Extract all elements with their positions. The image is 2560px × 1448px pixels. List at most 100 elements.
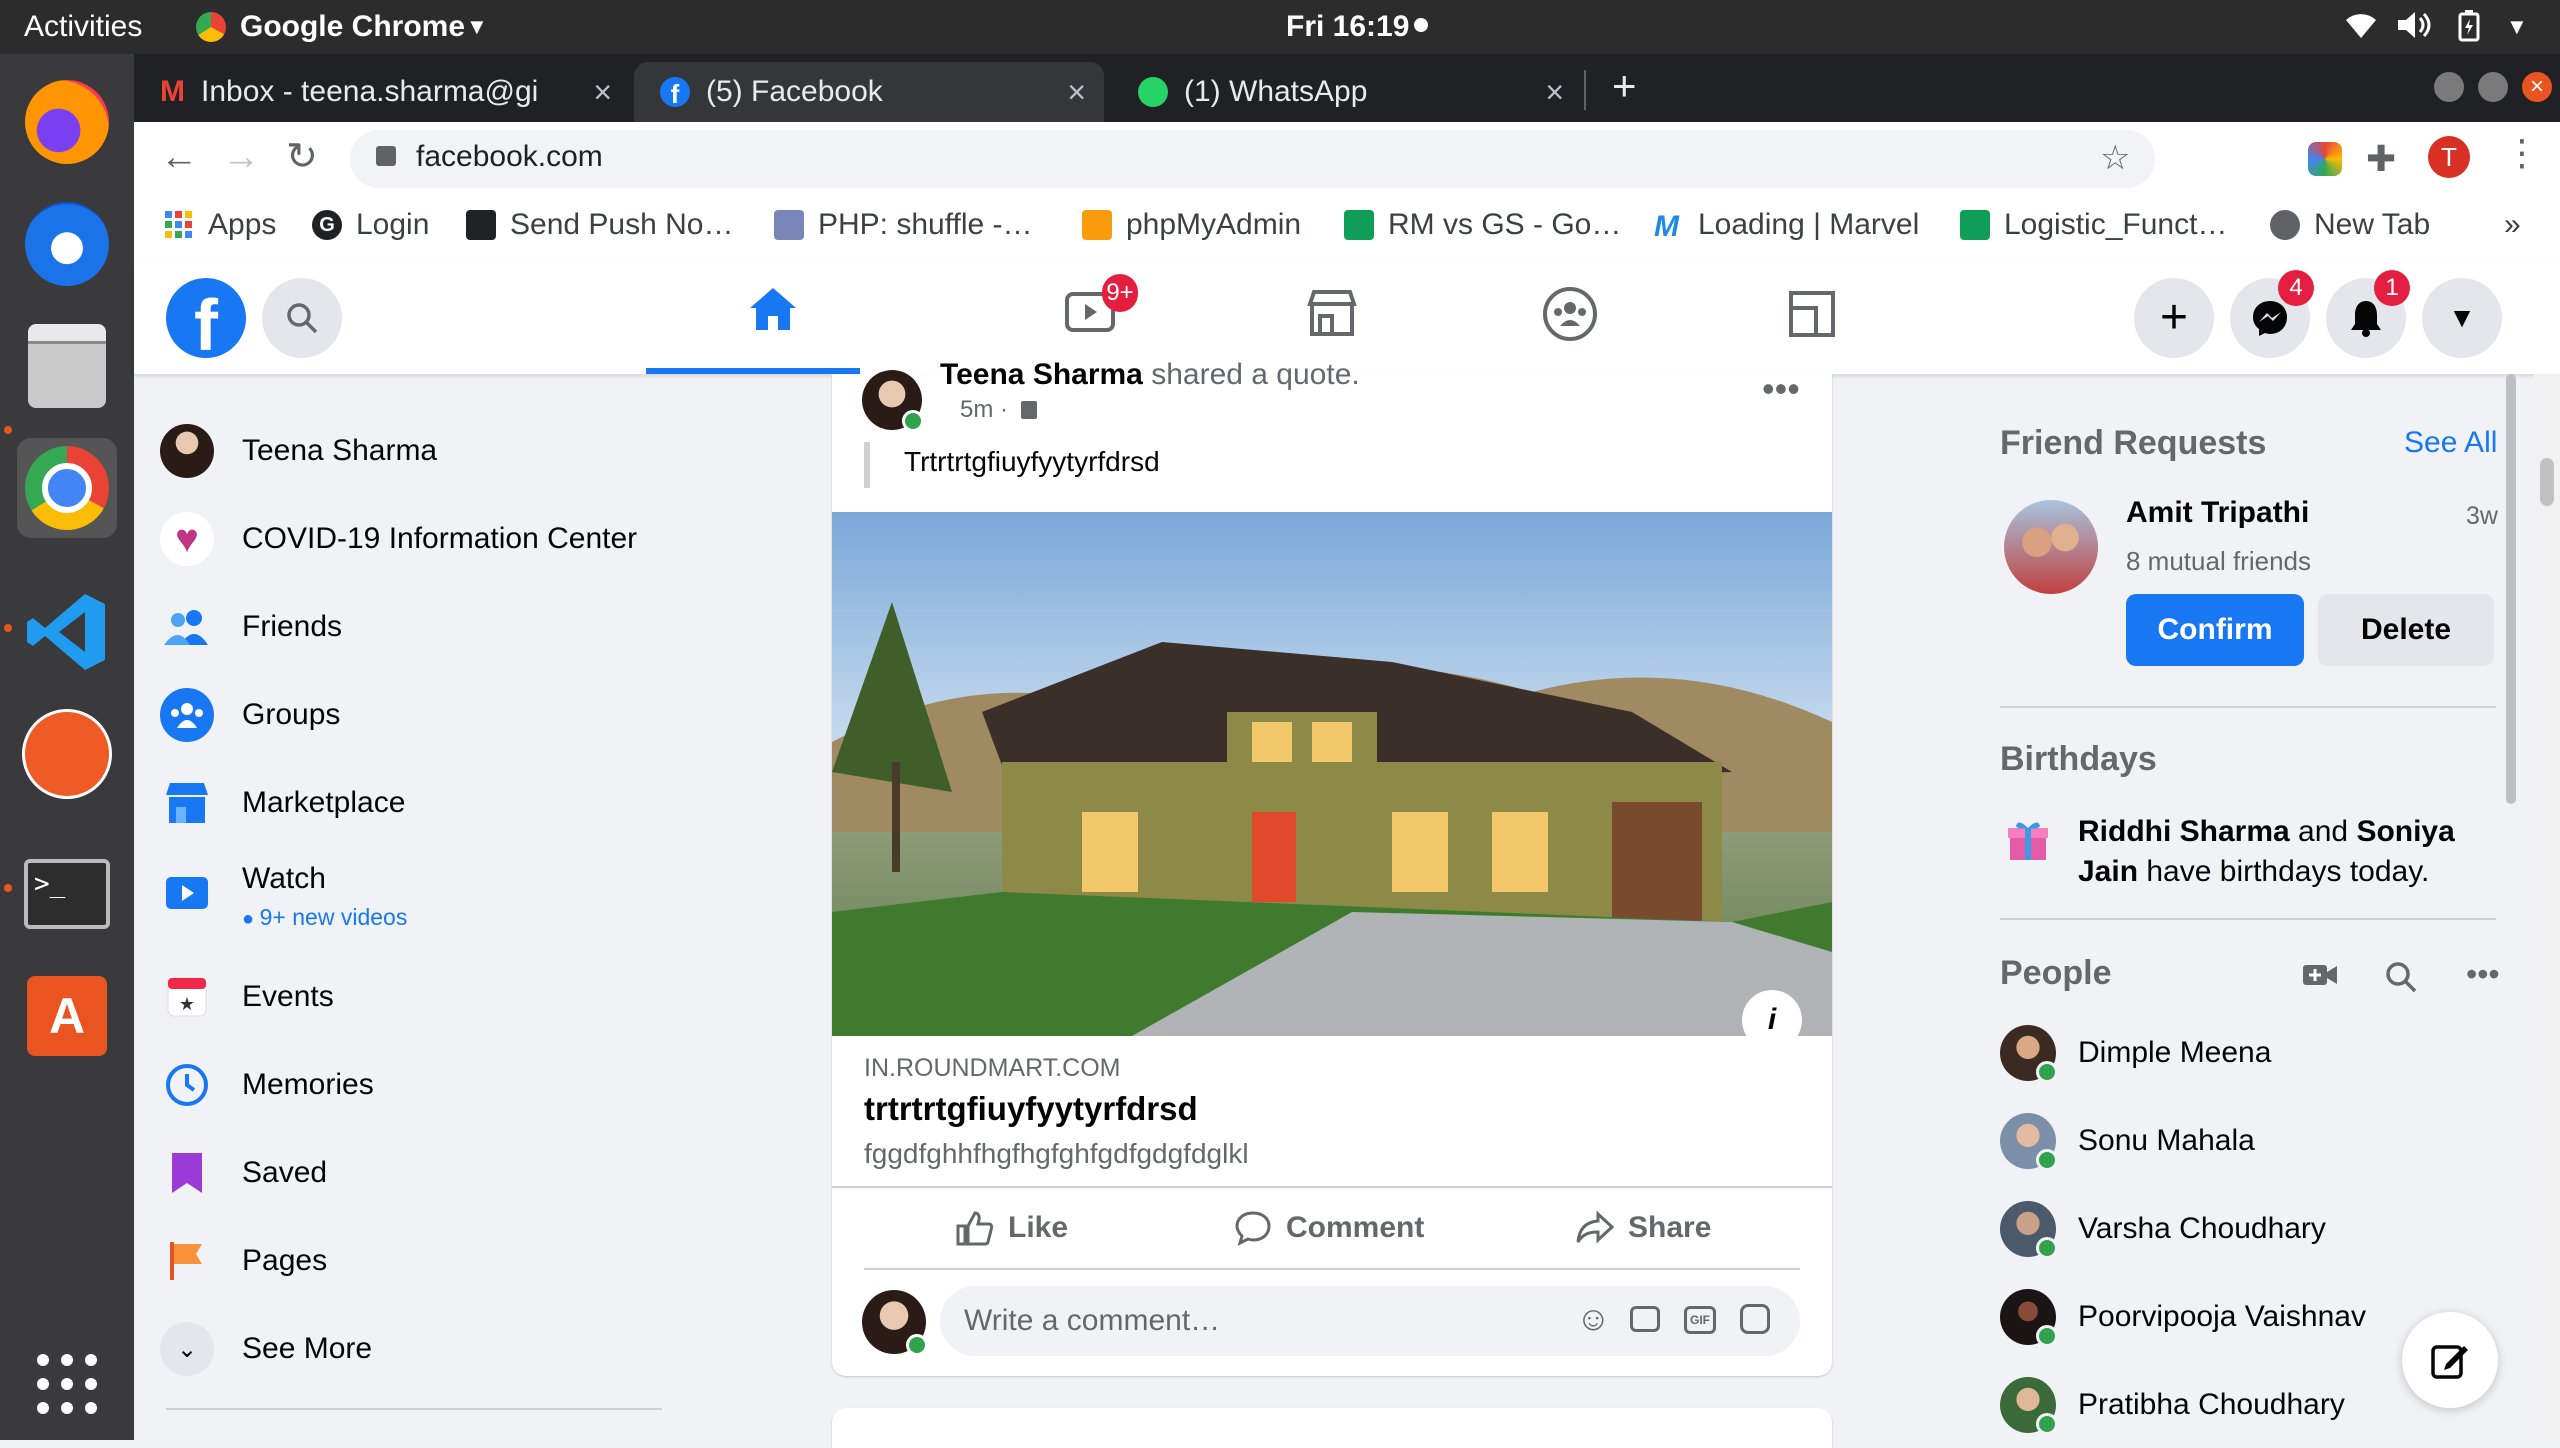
commenter-avatar[interactable] [862, 1290, 928, 1356]
sidebar-item-saved[interactable]: Saved [160, 1138, 327, 1208]
address-bar[interactable]: facebook.com ☆ [350, 130, 2155, 188]
new-room-icon[interactable] [2302, 962, 2338, 993]
close-icon[interactable]: × [1545, 74, 1564, 111]
clock[interactable]: Fri 16:19 [1286, 10, 1409, 44]
extensions-puzzle-icon[interactable]: ✚ [2366, 138, 2396, 180]
comment-input[interactable]: Write a comment… ☺ GIF [940, 1286, 1800, 1356]
chrome-dock-icon[interactable] [17, 438, 117, 538]
reload-icon[interactable]: ↻ [286, 134, 318, 179]
sidebar-item-covid[interactable]: ♥ COVID-19 Information Center [160, 504, 637, 574]
post-options-icon[interactable]: ••• [1762, 368, 1800, 410]
friend-request-name[interactable]: Amit Tripathi [2126, 496, 2309, 530]
bookmarks-overflow-button[interactable]: » [2504, 208, 2521, 242]
bookmark-login[interactable]: G Login [312, 208, 429, 242]
post-time[interactable]: 5m · [960, 396, 1008, 423]
bookmark-rm-vs-gs[interactable]: RM vs GS - Go… [1344, 208, 1621, 242]
software-center-icon[interactable]: A [17, 966, 117, 1066]
sticker-icon[interactable] [1740, 1304, 1770, 1334]
link-title[interactable]: trtrtrtgfiuyfyytyrfdrsd [864, 1090, 1198, 1128]
tab-whatsapp[interactable]: (1) WhatsApp × [1112, 62, 1582, 122]
like-button[interactable]: Like [956, 1210, 1068, 1246]
sidebar-item-pages[interactable]: Pages [160, 1226, 327, 1296]
battery-icon[interactable] [2458, 10, 2480, 50]
gif-icon[interactable]: GIF [1684, 1306, 1716, 1334]
system-menu-chevron-icon[interactable]: ▼ [2506, 14, 2528, 40]
confirm-button[interactable]: Confirm [2126, 594, 2304, 666]
contact-item[interactable]: Poorvipooja Vaishnav [2000, 1282, 2366, 1352]
birthday-name[interactable]: Soniya [2356, 815, 2454, 848]
tab-facebook[interactable]: f (5) Facebook × [634, 62, 1104, 122]
account-menu-button[interactable]: ▼ [2422, 278, 2502, 358]
vscode-icon[interactable] [17, 582, 117, 682]
post-author[interactable]: Teena Sharma [940, 358, 1143, 391]
wifi-icon[interactable] [2344, 10, 2378, 48]
more-menu-icon[interactable]: ⋮ [2504, 132, 2540, 174]
marketplace-tab[interactable] [1306, 288, 1358, 343]
thunderbird-icon[interactable] [17, 194, 117, 294]
right-column-scrollbar[interactable] [2506, 374, 2516, 804]
url-text[interactable]: facebook.com [416, 140, 603, 174]
postman-icon[interactable] [17, 704, 117, 804]
delete-button[interactable]: Delete [2318, 594, 2494, 666]
contact-item[interactable]: Varsha Choudhary [2000, 1194, 2326, 1264]
firefox-icon[interactable] [17, 72, 117, 172]
profile-avatar[interactable]: T [2428, 136, 2470, 178]
bookmark-apps[interactable]: Apps [164, 208, 276, 242]
camera-icon[interactable] [1630, 1306, 1660, 1332]
birthday-name[interactable]: Jain [2078, 855, 2138, 888]
back-icon[interactable]: ← [160, 136, 198, 179]
forward-icon[interactable]: → [222, 136, 260, 179]
groups-tab[interactable] [1542, 286, 1598, 347]
new-tab-button[interactable]: + [1612, 62, 1637, 110]
bookmark-logistic[interactable]: Logistic_Funct… [1960, 208, 2227, 242]
sidebar-item-see-more[interactable]: ⌄ See More [160, 1314, 372, 1384]
bookmark-marvel[interactable]: M Loading | Marvel [1654, 208, 1919, 243]
birthday-name[interactable]: Riddhi Sharma [2078, 815, 2290, 848]
close-icon[interactable]: × [593, 74, 612, 111]
minimize-button[interactable] [2434, 72, 2464, 102]
search-contacts-icon[interactable] [2384, 960, 2418, 999]
gaming-tab[interactable] [1788, 290, 1836, 343]
facebook-logo[interactable]: f [166, 278, 246, 358]
contact-item[interactable]: Sonu Mahala [2000, 1106, 2255, 1176]
author-avatar[interactable] [862, 370, 924, 432]
sidebar-item-profile[interactable]: Teena Sharma [160, 416, 437, 486]
contact-item[interactable]: Dimple Meena [2000, 1018, 2271, 1088]
sidebar-item-watch[interactable]: Watch ● 9+ new videos [160, 856, 407, 946]
mutual-friends[interactable]: 8 mutual friends [2126, 546, 2311, 577]
chevron-down-icon[interactable]: ▼ [466, 14, 488, 40]
share-button[interactable]: Share [1576, 1210, 1711, 1246]
bookmark-new-tab[interactable]: New Tab [2270, 208, 2430, 242]
bookmark-php-shuffle[interactable]: PHP: shuffle -… [774, 208, 1033, 242]
link-domain[interactable]: IN.ROUNDMART.COM [864, 1054, 1120, 1083]
close-window-button[interactable]: × [2522, 72, 2552, 102]
app-menu[interactable]: Google Chrome [240, 10, 465, 44]
link-preview-image[interactable]: i [832, 512, 1832, 1036]
sidebar-item-groups[interactable]: Groups [160, 680, 340, 750]
sidebar-item-memories[interactable]: Memories [160, 1050, 374, 1120]
home-tab[interactable] [746, 282, 806, 342]
comment-button[interactable]: Comment [1234, 1210, 1424, 1246]
see-all-link[interactable]: See All [2404, 426, 2497, 460]
terminal-icon[interactable]: >_ [17, 844, 117, 944]
sidebar-item-events[interactable]: ★ Events [160, 962, 334, 1032]
sidebar-item-friends[interactable]: Friends [160, 592, 342, 662]
create-button[interactable]: + [2134, 278, 2214, 358]
activities-button[interactable]: Activities [24, 10, 142, 44]
close-icon[interactable]: × [1067, 74, 1086, 111]
emoji-icon[interactable]: ☺ [1576, 1300, 1611, 1339]
bookmark-phpmyadmin[interactable]: phpMyAdmin [1082, 208, 1301, 242]
scrollbar-thumb[interactable] [2540, 458, 2554, 506]
new-message-button[interactable] [2402, 1312, 2498, 1408]
contacts-options-icon[interactable]: ••• [2466, 956, 2500, 993]
bookmark-send-push[interactable]: Send Push No… [466, 208, 733, 242]
page-scrollbar[interactable] [2534, 374, 2560, 1440]
show-applications-icon[interactable] [17, 1334, 117, 1434]
volume-icon[interactable] [2396, 10, 2432, 48]
search-button[interactable] [262, 278, 342, 358]
tab-gmail[interactable]: M Inbox - teena.sharma@gi × [134, 62, 630, 122]
bookmark-star-icon[interactable]: ☆ [2100, 138, 2130, 178]
sidebar-item-marketplace[interactable]: Marketplace [160, 768, 405, 838]
contact-item[interactable]: Pratibha Choudhary [2000, 1370, 2345, 1440]
extension-colorpicker-icon[interactable] [2308, 142, 2342, 176]
